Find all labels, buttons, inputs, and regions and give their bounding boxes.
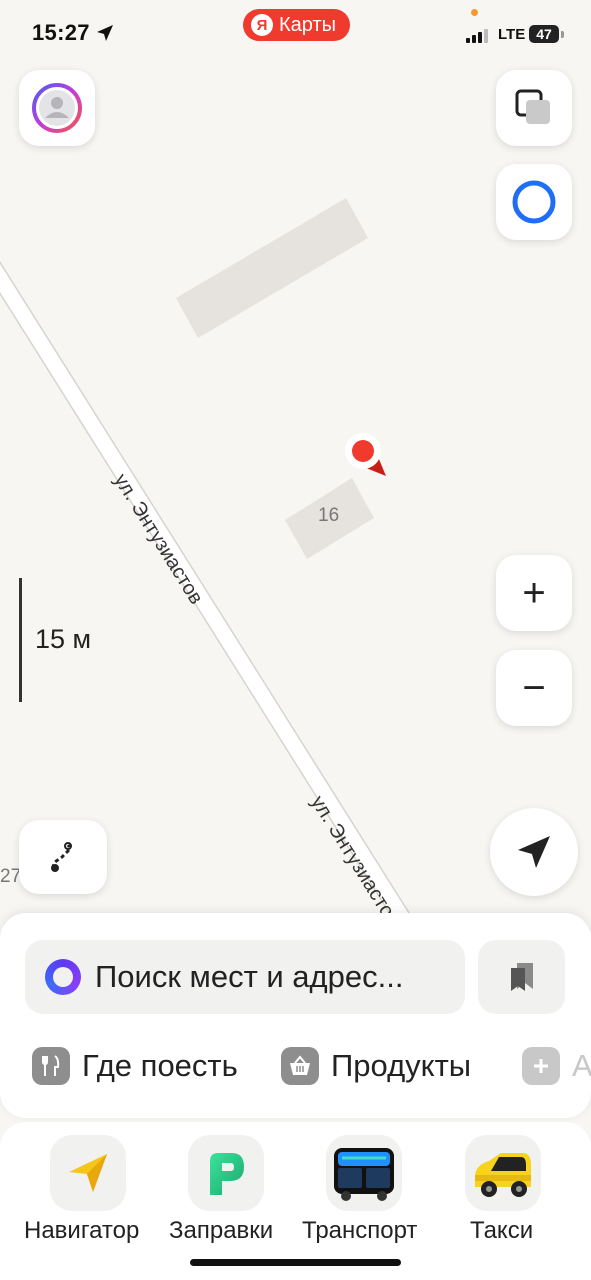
- home-indicator: [190, 1259, 401, 1266]
- status-bar: 15:27 Я Карты LTE 47: [0, 0, 591, 64]
- plus-icon: [522, 1047, 560, 1085]
- app-taxi-label[interactable]: Такси: [470, 1217, 533, 1245]
- category-more-label: А: [572, 1048, 591, 1083]
- house-number-16: 16: [318, 505, 340, 526]
- zoom-out-button[interactable]: −: [496, 650, 572, 726]
- category-food[interactable]: Где поесть: [32, 1040, 238, 1092]
- navigator-icon: [69, 1154, 107, 1192]
- search-input[interactable]: Поиск мест и адрес...: [95, 959, 403, 995]
- category-more[interactable]: А: [522, 1040, 591, 1092]
- fork-knife-icon: [32, 1047, 70, 1085]
- signal-icon: [466, 29, 488, 43]
- layers-button[interactable]: [496, 70, 572, 146]
- bus-icon: [334, 1148, 394, 1201]
- app-navigator-label[interactable]: Навигатор: [24, 1217, 139, 1245]
- privacy-dot: [471, 9, 478, 16]
- search-bar[interactable]: Поиск мест и адрес...: [25, 940, 465, 1014]
- app-transport-label[interactable]: Транспорт: [302, 1217, 417, 1245]
- minus-icon: −: [522, 665, 546, 710]
- my-location-button[interactable]: [490, 808, 578, 896]
- zoom-in-button[interactable]: +: [496, 555, 572, 631]
- bookmarks-icon: [510, 963, 533, 991]
- basket-icon: [281, 1047, 319, 1085]
- fuel-icon: [210, 1153, 244, 1195]
- scale-bar: [19, 578, 22, 702]
- route-icon: [51, 842, 72, 872]
- alice-button[interactable]: [496, 164, 572, 240]
- app-fuel[interactable]: [188, 1135, 264, 1211]
- profile-button[interactable]: [19, 70, 95, 146]
- layers-icon: [515, 89, 550, 124]
- alice-search-icon[interactable]: [45, 959, 81, 995]
- bookmarks-button[interactable]: [478, 940, 565, 1014]
- status-time: 15:27: [32, 20, 90, 45]
- alice-icon: [512, 180, 556, 224]
- battery-icon: 47: [529, 25, 559, 43]
- app-name: Карты: [279, 13, 336, 36]
- profile-icon: [32, 83, 82, 133]
- app-badge[interactable]: Я Карты: [243, 9, 350, 41]
- app-fuel-label[interactable]: Заправки: [169, 1217, 273, 1245]
- scale-label: 15 м: [35, 624, 92, 654]
- navigation-arrow-icon: [518, 836, 550, 868]
- location-arrow-icon: [97, 25, 113, 41]
- taxi-icon: [475, 1153, 531, 1197]
- house-number-27: 27: [0, 866, 22, 887]
- app-transport[interactable]: [326, 1135, 402, 1211]
- route-button[interactable]: [19, 820, 107, 894]
- category-food-label: Где поесть: [82, 1048, 238, 1083]
- app-taxi[interactable]: [465, 1135, 541, 1211]
- app-navigator[interactable]: [50, 1135, 126, 1211]
- plus-icon: +: [522, 570, 546, 615]
- yandex-logo-icon: Я: [251, 14, 273, 36]
- network-type: LTE: [498, 26, 526, 43]
- category-groceries[interactable]: Продукты: [281, 1040, 471, 1092]
- category-groceries-label: Продукты: [331, 1048, 472, 1083]
